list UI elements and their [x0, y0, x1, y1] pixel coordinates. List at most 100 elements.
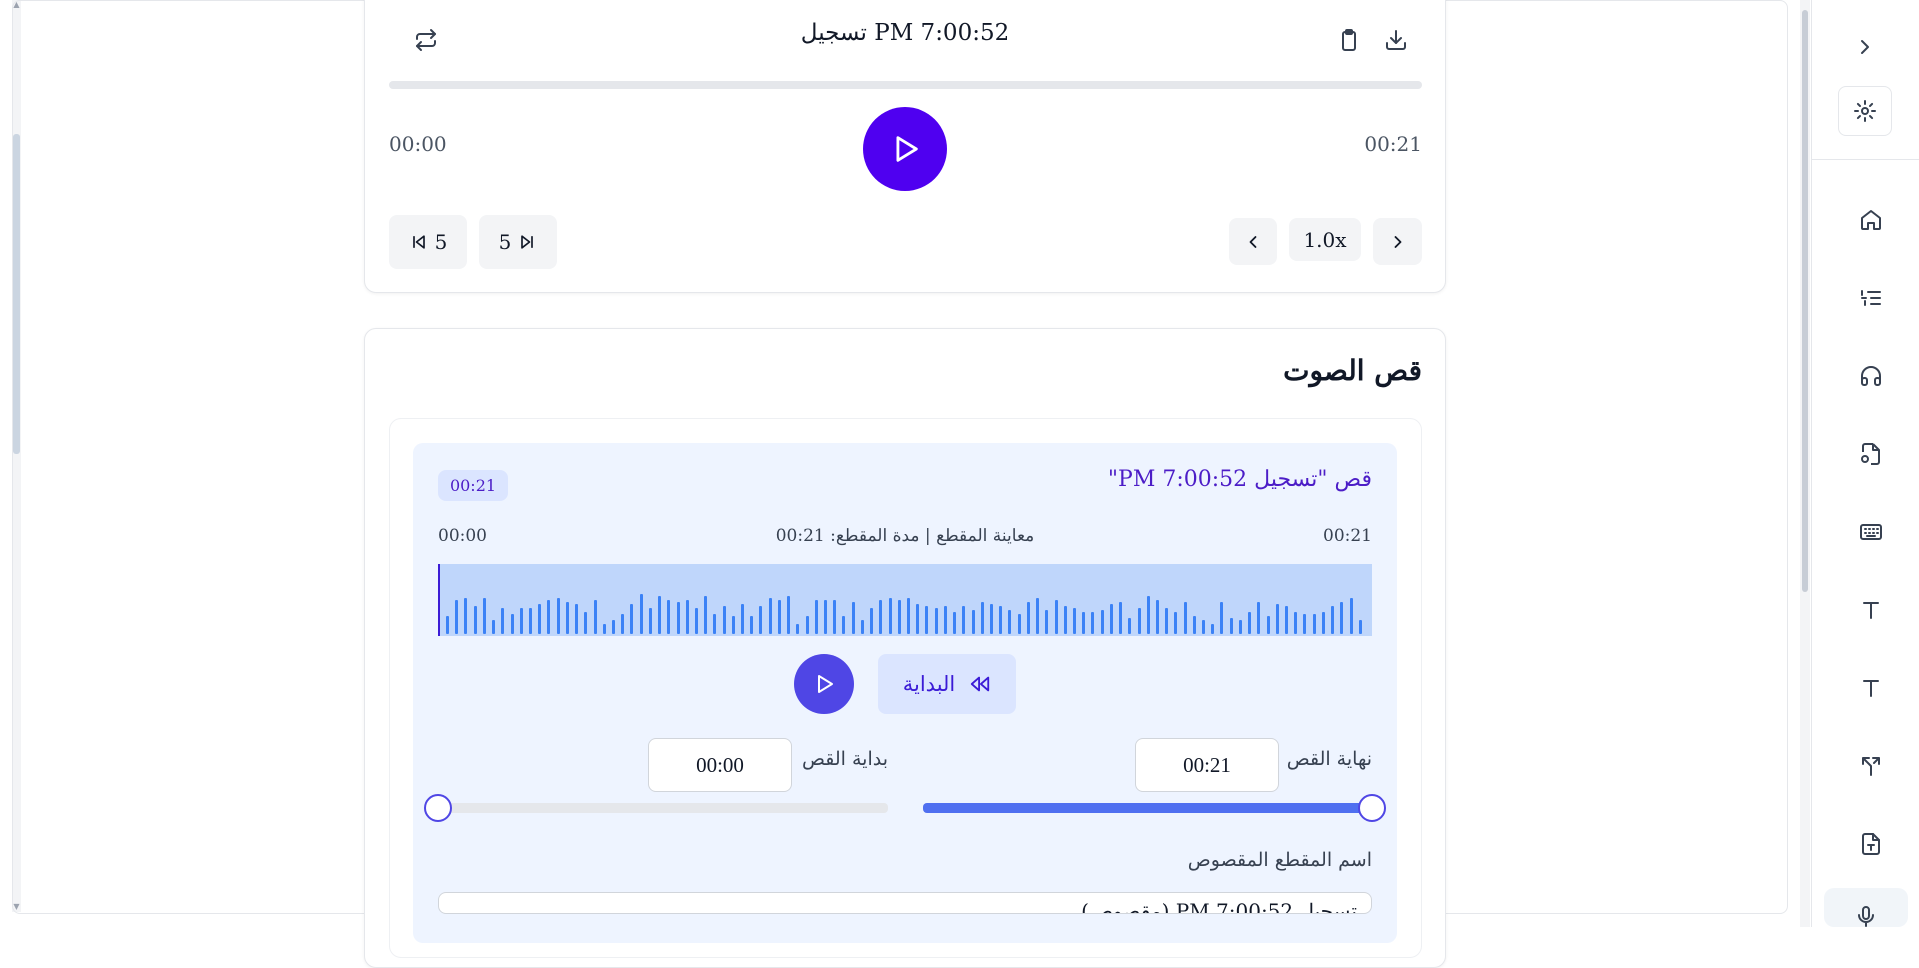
waveform-bar	[556, 598, 560, 634]
waveform-bar	[796, 624, 800, 634]
sidebar-divider	[1811, 159, 1919, 160]
microphone-icon[interactable]	[1824, 888, 1908, 927]
play-button[interactable]	[863, 107, 947, 191]
waveform-bar	[575, 604, 579, 634]
waveform-bar	[1275, 604, 1279, 634]
waveform-bar	[925, 606, 929, 634]
clip-name-input[interactable]: تسجيل PM 7:00:52 (مقصوص)	[438, 892, 1372, 914]
speed-increase-button[interactable]	[1373, 218, 1422, 265]
waveform-bar	[1119, 602, 1123, 634]
headphones-icon[interactable]	[1851, 356, 1891, 396]
list-icon[interactable]	[1851, 278, 1891, 318]
waveform-bar	[777, 600, 781, 634]
waveform-bar	[1146, 596, 1150, 634]
chevron-right-icon	[1394, 235, 1401, 248]
speed-decrease-button[interactable]	[1229, 218, 1277, 265]
waveform-bar	[787, 596, 791, 634]
waveform-bar	[971, 610, 975, 634]
split-arrow-icon[interactable]	[1851, 746, 1891, 786]
text-icon[interactable]	[1851, 590, 1891, 630]
text-icon[interactable]	[1851, 668, 1891, 708]
trim-end-slider[interactable]	[923, 803, 1372, 813]
jump-to-start-label: البداية	[902, 672, 956, 696]
waveform-bar	[538, 604, 542, 634]
range-start-time: 00:00	[438, 526, 487, 546]
duration-badge: 00:21	[438, 470, 508, 501]
playback-speed[interactable]: 1.0x	[1289, 218, 1361, 261]
skip-forward-seconds: 5	[498, 230, 512, 254]
waveform-bar	[621, 614, 625, 634]
waveform-bar	[870, 608, 874, 634]
waveform-bar	[1017, 614, 1021, 634]
jump-to-start-button[interactable]: البداية	[878, 654, 1016, 714]
waveform-bar	[1248, 612, 1252, 634]
repeat-icon[interactable]	[408, 22, 444, 58]
waveform-bar	[759, 606, 763, 634]
waveform-bar	[501, 608, 505, 634]
waveform-bar	[1091, 612, 1095, 634]
waveform-bar	[814, 600, 818, 634]
waveform-bar	[482, 598, 486, 634]
waveform-bar	[648, 608, 652, 634]
sidebar-scrollbar-thumb[interactable]	[1802, 10, 1808, 592]
waveform-bar	[1036, 598, 1040, 634]
waveform-bar	[1220, 602, 1224, 634]
gear-icon[interactable]	[1838, 86, 1892, 136]
total-duration: 00:21	[1364, 132, 1422, 156]
chevron-right-icon[interactable]	[1845, 27, 1885, 67]
waveform-bar	[547, 600, 551, 634]
waveform-bar	[879, 600, 883, 634]
waveform[interactable]	[438, 564, 1372, 636]
waveform-bar	[1321, 612, 1325, 634]
waveform-bar	[980, 602, 984, 634]
trim-start-slider[interactable]	[438, 803, 888, 813]
waveform-bar	[446, 616, 449, 634]
trim-end-input[interactable]: 00:21	[1135, 738, 1279, 792]
clipboard-icon[interactable]	[1331, 22, 1367, 58]
playback-progress-bar[interactable]	[389, 81, 1422, 89]
waveform-bar	[464, 598, 468, 634]
trim-start-input[interactable]: 00:00	[648, 738, 792, 792]
clip-preview-info: معاينة المقطع | مدة المقطع: 00:21	[775, 526, 1035, 546]
waveform-bar	[1008, 610, 1012, 634]
waveform-bar	[999, 606, 1003, 634]
waveform-bar	[1285, 606, 1289, 634]
waveform-bar	[888, 598, 892, 634]
play-icon	[896, 136, 918, 162]
waveform-bar	[851, 602, 855, 634]
rewind-icon	[971, 676, 990, 692]
trim-start-slider-thumb[interactable]	[424, 794, 452, 822]
waveform-bar	[934, 608, 938, 634]
waveform-bar	[907, 598, 910, 634]
waveform-bar	[1063, 606, 1067, 634]
waveform-bar	[1155, 600, 1159, 634]
trim-end-slider-thumb[interactable]	[1358, 794, 1386, 822]
skip-forward-button[interactable]: 5	[479, 215, 557, 269]
range-end-time: 00:21	[1323, 526, 1372, 546]
waveform-bar	[528, 608, 532, 634]
waveform-bar	[1072, 608, 1076, 634]
waveform-bar	[1257, 602, 1261, 634]
preview-play-button[interactable]	[794, 654, 854, 714]
keyboard-icon[interactable]	[1851, 512, 1891, 552]
waveform-bar	[704, 596, 708, 634]
download-icon[interactable]	[1378, 22, 1414, 58]
trim-end-slider-fill	[923, 803, 1372, 813]
waveform-bar	[1109, 604, 1113, 634]
chevron-left-icon	[1249, 235, 1257, 248]
waveform-bar	[750, 616, 754, 634]
file-text-icon[interactable]	[1851, 824, 1891, 864]
waveform-bar	[1312, 614, 1316, 634]
waveform-bar	[1045, 610, 1049, 634]
waveform-bar	[593, 600, 597, 634]
home-icon[interactable]	[1851, 200, 1891, 240]
skip-back-seconds: 5	[434, 230, 448, 254]
file-audio-icon[interactable]	[1851, 434, 1891, 474]
waveform-bar	[473, 606, 477, 634]
skip-back-button[interactable]: 5	[389, 215, 467, 269]
waveform-bar	[989, 604, 993, 634]
waveform-bar	[897, 600, 901, 634]
waveform-bar	[1294, 612, 1298, 634]
waveform-bar	[953, 612, 957, 634]
waveform-bar	[1128, 618, 1132, 634]
